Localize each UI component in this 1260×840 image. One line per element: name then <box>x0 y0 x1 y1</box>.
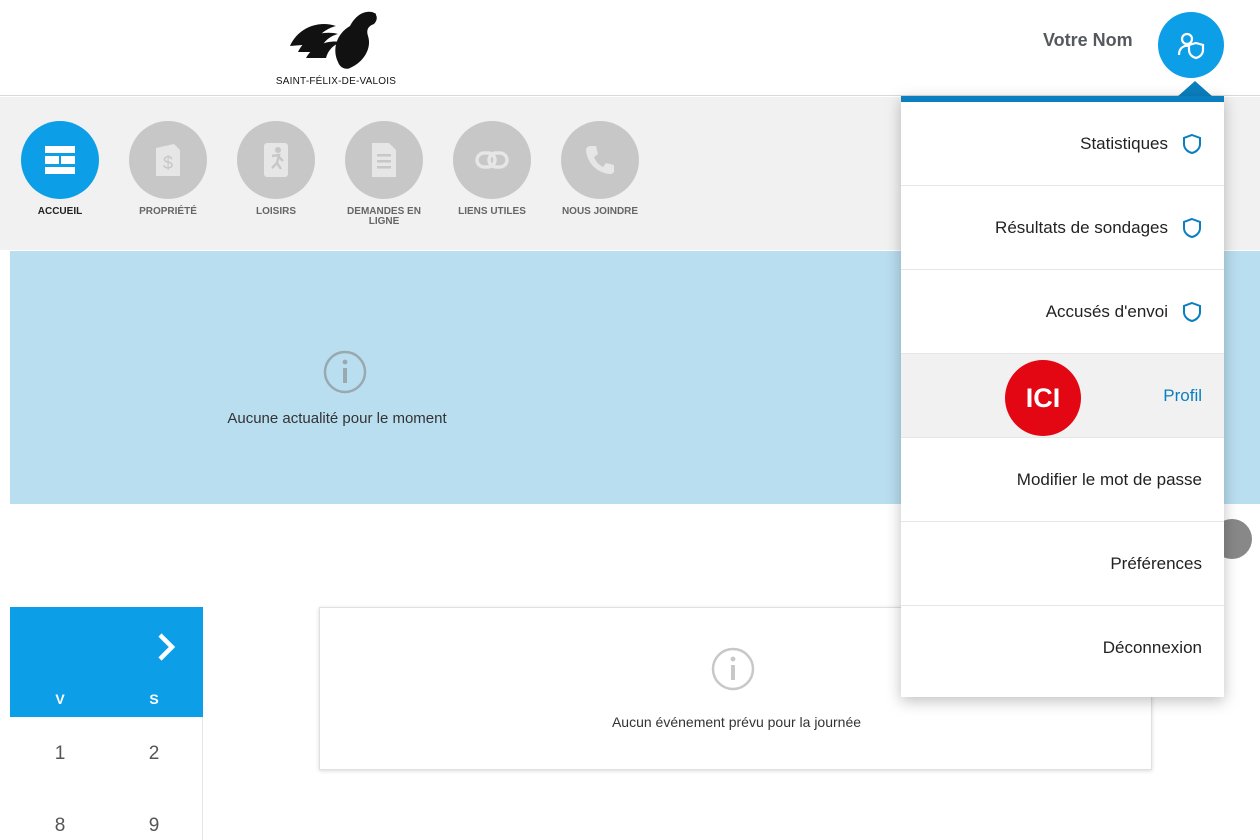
document-icon <box>372 143 396 177</box>
ici-badge: ICI <box>1005 360 1081 436</box>
nav-label: PROPRIÉTÉ <box>139 206 197 217</box>
nav-label: LOISIRS <box>255 206 296 217</box>
menu-item-resultats-sondages[interactable]: Résultats de sondages <box>901 186 1224 270</box>
menu-item-preferences[interactable]: Préférences <box>901 522 1224 606</box>
calendar-next-button[interactable] <box>148 629 184 665</box>
nav-item-demandes-en-ligne[interactable]: DEMANDES EN LIGNE <box>334 121 434 227</box>
nav-item-propriete[interactable]: $ PROPRIÉTÉ <box>118 121 218 217</box>
svg-text:$: $ <box>163 153 173 173</box>
calendar-day[interactable]: 9 <box>134 815 174 837</box>
user-shield-icon <box>1177 32 1205 60</box>
nav-label: NOUS JOINDRE <box>561 206 639 217</box>
site-logo[interactable]: SAINT-FÉLIX-DE-VALOIS <box>266 6 416 90</box>
calendar-day[interactable]: 2 <box>134 743 174 765</box>
menu-item-label: Préférences <box>1110 553 1202 573</box>
calendar-header: V S <box>10 607 203 717</box>
menu-item-deconnexion[interactable]: Déconnexion <box>901 606 1224 690</box>
nav-item-loisirs[interactable]: LOISIRS <box>226 121 326 217</box>
menu-item-label: Accusés d'envoi <box>1045 301 1168 321</box>
shield-icon <box>1183 133 1201 154</box>
chevron-right-icon <box>158 633 176 661</box>
nav-label: DEMANDES EN LIGNE <box>347 206 421 227</box>
menu-item-profil[interactable]: ICI Profil <box>901 354 1224 438</box>
user-name[interactable]: Votre Nom <box>1043 30 1133 51</box>
nav-item-nous-joindre[interactable]: NOUS JOINDRE <box>550 121 650 217</box>
menu-item-accuses-envoi[interactable]: Accusés d'envoi <box>901 270 1224 354</box>
user-menu-button[interactable] <box>1158 12 1224 78</box>
menu-item-modifier-mot-de-passe[interactable]: Modifier le mot de passe <box>901 438 1224 522</box>
dollar-document-icon: $ <box>156 144 180 176</box>
shield-icon <box>1183 301 1201 322</box>
logo-text: SAINT-FÉLIX-DE-VALOIS <box>275 76 397 87</box>
nav-item-accueil[interactable]: ACCUEIL <box>10 121 110 217</box>
nav-label: LIENS UTILES <box>458 206 526 217</box>
dropdown-caret <box>1177 81 1213 97</box>
calendar-day-name: V <box>55 691 65 707</box>
rooster-logo-icon <box>290 11 377 69</box>
menu-item-label: Modifier le mot de passe <box>1016 469 1202 489</box>
menu-item-label: Déconnexion <box>1102 638 1202 657</box>
runner-icon <box>264 143 288 177</box>
calendar-day-name: S <box>149 691 159 707</box>
news-empty-message: Aucune actualité pour le moment <box>227 410 447 427</box>
menu-item-label: Résultats de sondages <box>995 217 1168 237</box>
header: SAINT-FÉLIX-DE-VALOIS Votre Nom <box>0 0 1260 96</box>
menu-item-statistiques[interactable]: Statistiques <box>901 102 1224 186</box>
calendar-day[interactable]: 1 <box>40 743 80 765</box>
shield-icon <box>1183 217 1201 238</box>
nav-label: ACCUEIL <box>37 206 83 217</box>
info-icon <box>711 647 755 691</box>
events-empty-message: Aucun événement prévu pour la journée <box>611 714 862 730</box>
nav-item-liens-utiles[interactable]: LIENS UTILES <box>442 121 542 217</box>
link-icon <box>475 151 509 169</box>
menu-item-label: Profil <box>1163 385 1202 405</box>
calendar-day[interactable]: 8 <box>40 815 80 837</box>
calendar: V S 1 2 8 9 <box>10 607 203 840</box>
user-dropdown-menu: Statistiques Résultats de sondages Accus… <box>901 96 1224 697</box>
info-icon <box>323 350 367 394</box>
grid-icon <box>45 146 75 174</box>
phone-icon <box>586 146 614 174</box>
menu-item-label: Statistiques <box>1080 133 1168 153</box>
